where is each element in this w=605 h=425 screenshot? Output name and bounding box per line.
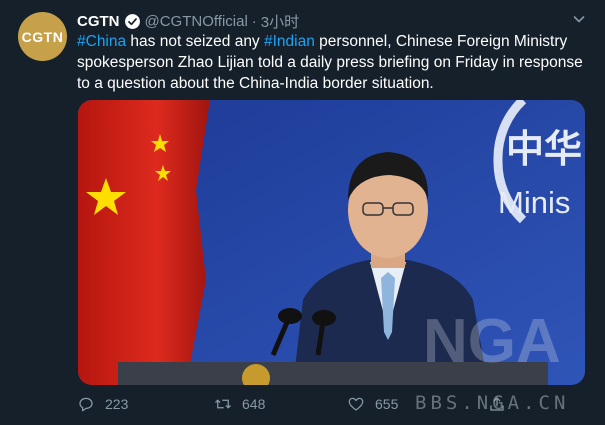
separator-dot: · <box>251 12 257 30</box>
tweet-text: #China has not seized any #Indian person… <box>77 31 592 94</box>
backdrop-english-text: Minis <box>498 185 570 220</box>
like-count: 655 <box>375 396 399 412</box>
photo-watermark: NGA <box>423 307 561 376</box>
like-button[interactable]: 655 <box>347 395 398 413</box>
author-display-name[interactable]: CGTN <box>77 13 120 30</box>
hashtag-indian[interactable]: #Indian <box>264 33 315 50</box>
chevron-down-icon[interactable] <box>572 12 586 26</box>
press-briefing-photo: 中华 Minis NGA <box>78 100 585 385</box>
avatar-logo-text: CGTN <box>21 28 64 45</box>
tweet-timestamp[interactable]: 3小时 <box>261 11 299 32</box>
tweet-photo[interactable]: 中华 Minis NGA <box>78 100 585 385</box>
heart-icon <box>348 397 364 411</box>
tweet-header: CGTN @CGTNOfficial · 3小时 <box>77 11 299 31</box>
author-handle[interactable]: @CGTNOfficial <box>145 13 248 30</box>
microphone-left <box>278 308 302 324</box>
backdrop-chinese-text: 中华 <box>506 127 582 171</box>
reply-count: 223 <box>105 396 129 412</box>
reply-button[interactable]: 223 <box>77 395 128 413</box>
site-watermark: BBS.NGA.CN <box>415 392 570 414</box>
reply-icon <box>79 397 93 412</box>
hashtag-china[interactable]: #China <box>77 33 126 50</box>
chinese-flag <box>78 100 210 385</box>
microphone-right <box>312 310 336 326</box>
retweet-count: 648 <box>242 396 266 412</box>
retweet-button[interactable]: 648 <box>214 395 265 413</box>
tweet-text-part-1: has not seized any <box>126 33 264 50</box>
avatar[interactable]: CGTN <box>18 12 67 61</box>
retweet-icon <box>215 399 231 409</box>
verified-badge-icon <box>124 13 140 29</box>
